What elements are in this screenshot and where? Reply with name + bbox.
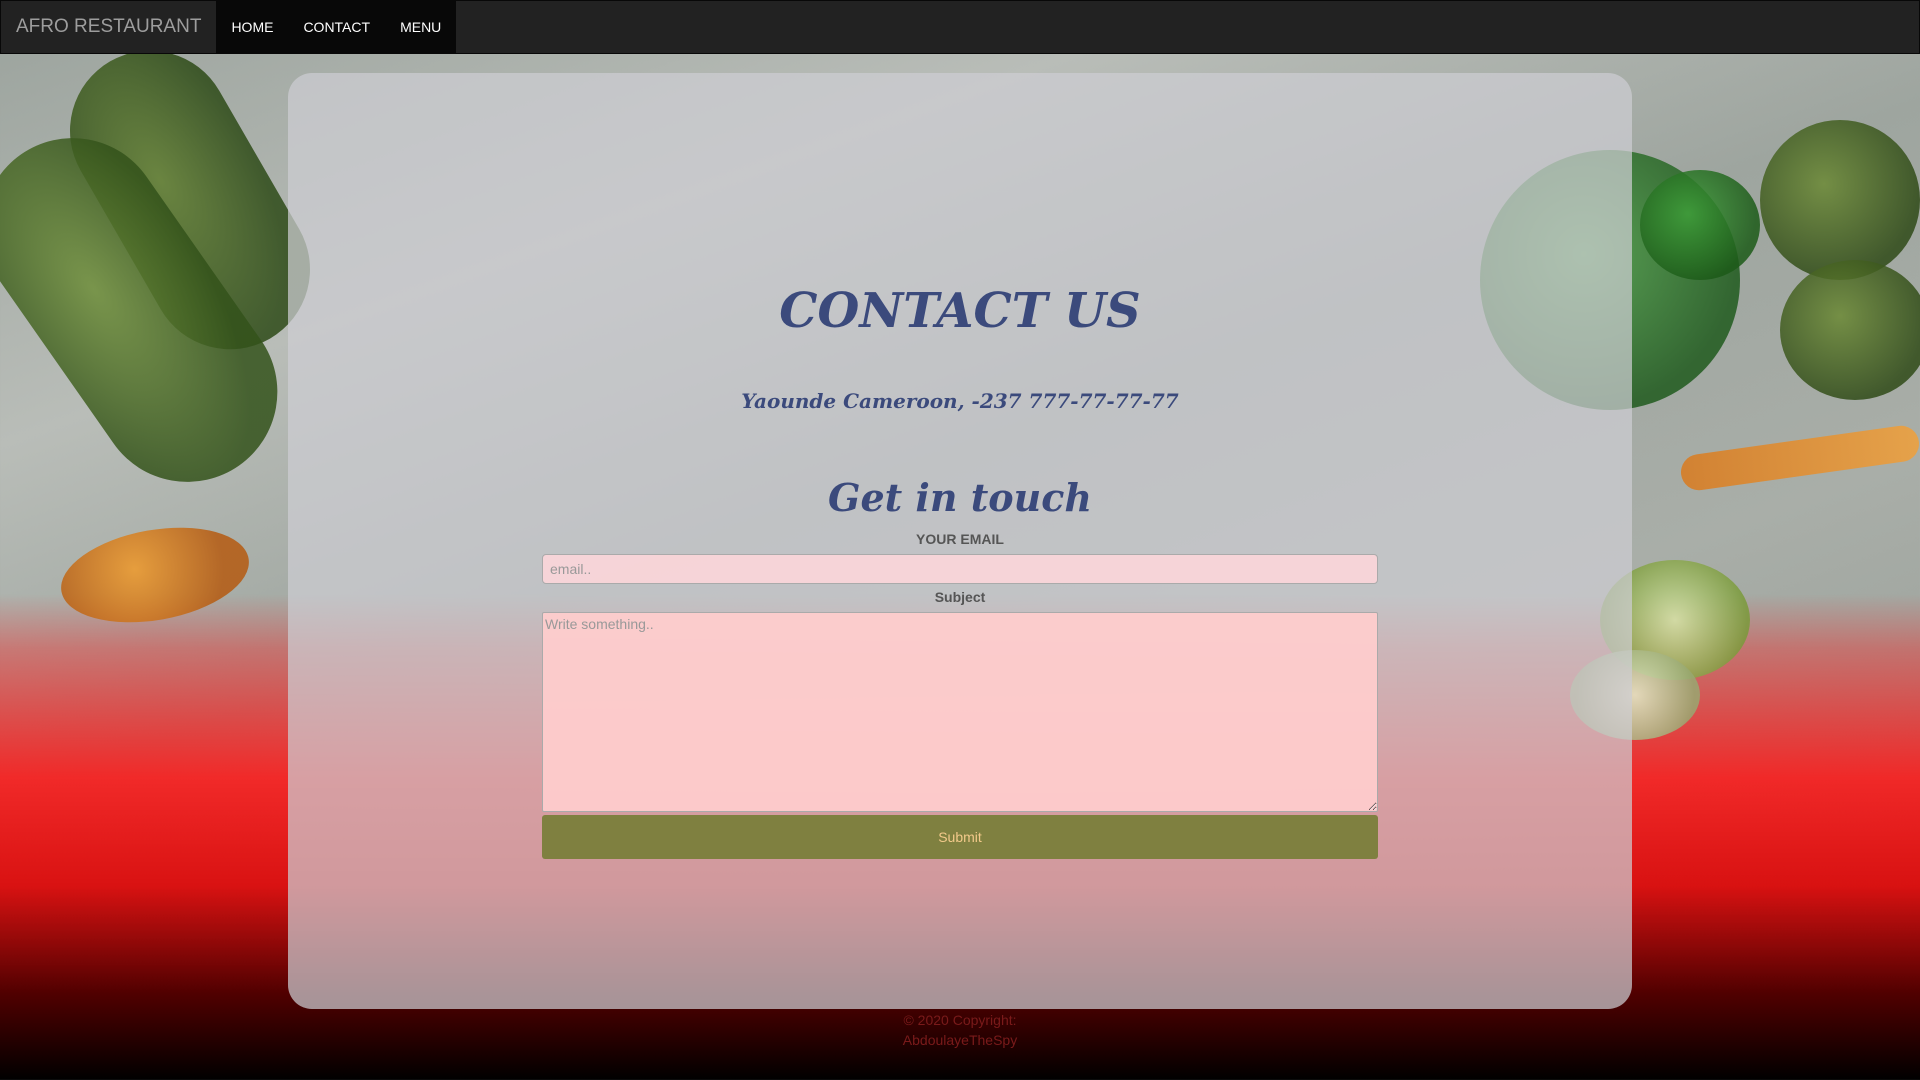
submit-button[interactable]: Submit [542,815,1378,859]
email-label: YOUR EMAIL [916,531,1004,547]
copyright-author: AbdoulayeTheSpy [902,1032,1018,1048]
message-textarea[interactable] [542,612,1378,812]
footer: © 2020 Copyright: AbdoulayeTheSpy [0,1010,1920,1050]
email-field[interactable] [542,554,1378,584]
nav-link-menu[interactable]: MENU [385,1,456,53]
contact-panel: CONTACT US Yaounde Cameroon, -237 777-77… [288,73,1632,1009]
page-title: CONTACT US [779,283,1141,339]
nav-link-contact[interactable]: CONTACT [288,1,385,53]
top-navbar: AFRO RESTAURANT HOME CONTACT MENU [0,0,1920,54]
subject-label: Subject [934,589,986,605]
background-carrot [1678,423,1920,493]
background-green-pepper [1640,170,1760,280]
copyright-text: © 2020 Copyright: [903,1012,1017,1028]
contact-form: YOUR EMAIL Subject Submit [542,531,1378,859]
background-broccoli [1760,120,1920,280]
background-broccoli [1780,260,1920,400]
nav-link-home[interactable]: HOME [216,1,288,53]
nav-links: HOME CONTACT MENU [216,1,457,53]
address-text: Yaounde Cameroon, -237 777-77-77-77 [741,389,1179,413]
brand-link[interactable]: AFRO RESTAURANT [1,1,216,53]
section-subtitle: Get in touch [828,475,1092,520]
background-orange-pepper [53,514,257,636]
